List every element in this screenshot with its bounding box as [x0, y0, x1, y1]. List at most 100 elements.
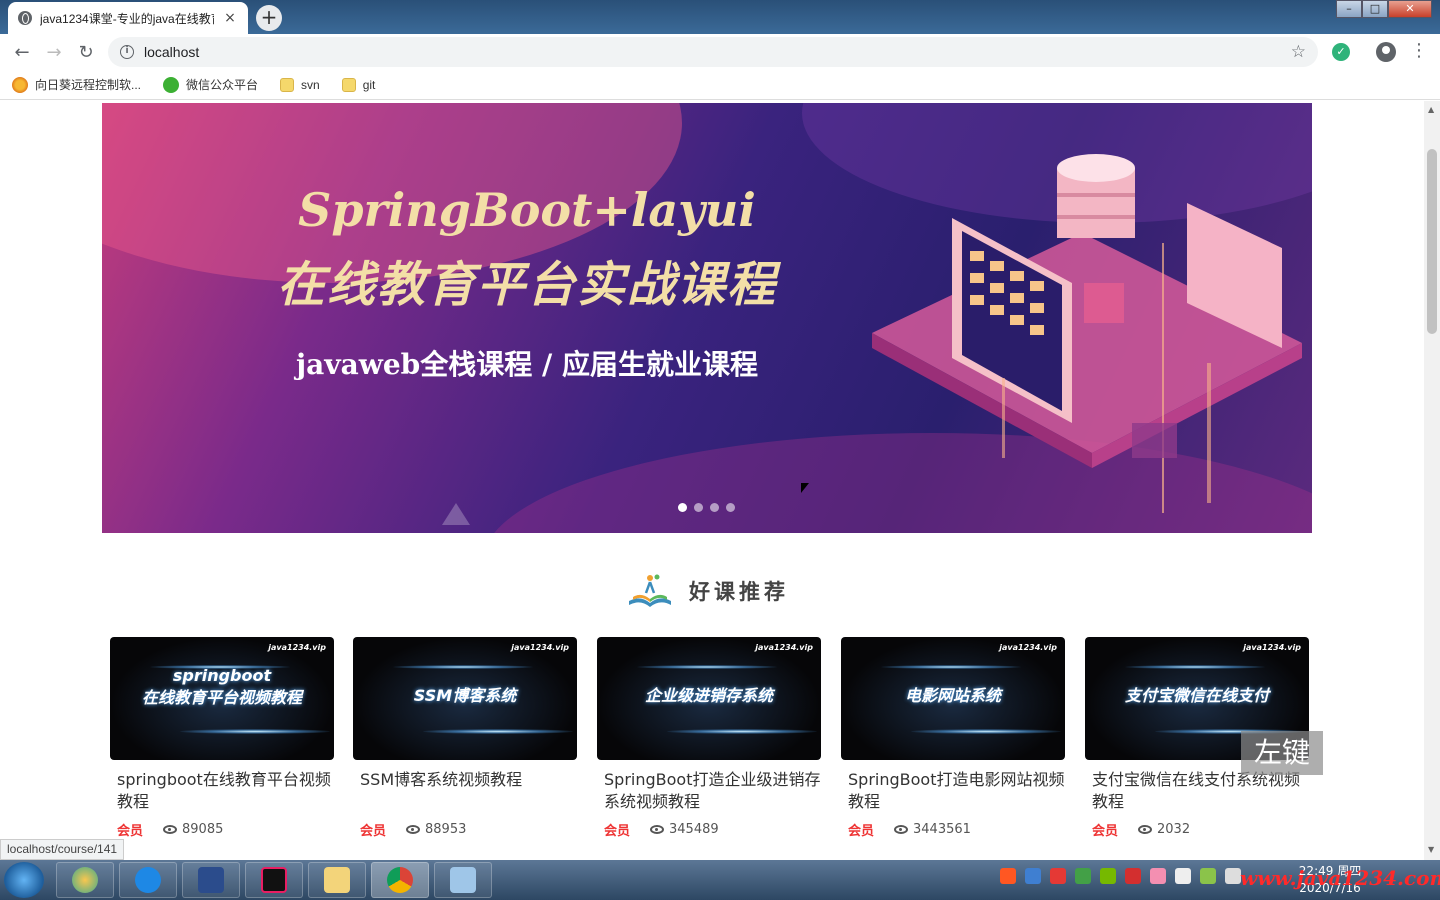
course-meta: 会员 89085	[110, 820, 334, 839]
course-card[interactable]: java1234.vip springboot 在线教育平台视频教程 sprin…	[110, 637, 334, 839]
network-icon[interactable]	[1175, 868, 1191, 884]
course-card[interactable]: java1234.vip 电影网站系统 SpringBoot打造电影网站视频教程…	[841, 637, 1065, 839]
bookmark-star-icon[interactable]: ☆	[1291, 42, 1306, 62]
back-icon[interactable]: ←	[6, 36, 38, 68]
open-book-icon	[629, 574, 671, 607]
banner-title: SpringBoot+layui	[298, 183, 756, 237]
taskbar-app[interactable]	[56, 862, 114, 898]
bookmark-git[interactable]: git	[341, 77, 375, 92]
view-count: 345489	[650, 822, 719, 837]
window-controls: – □ ✕	[1336, 0, 1432, 18]
eye-icon	[1138, 825, 1153, 834]
maximize-button[interactable]: □	[1362, 0, 1388, 18]
app-icon	[450, 867, 476, 893]
light-streak	[1125, 665, 1265, 669]
site-info-icon[interactable]: i	[120, 45, 134, 59]
isometric-illustration	[872, 154, 1302, 513]
section-header: 好课推荐	[0, 571, 1414, 611]
view-count: 3443561	[894, 822, 971, 837]
thumbnail-caption: springboot 在线教育平台视频教程	[110, 665, 334, 709]
tray-icon[interactable]	[1050, 868, 1066, 884]
thumbnail-caption: 企业级进销存系统	[644, 686, 773, 705]
carousel-indicators	[678, 503, 735, 512]
carousel-dot-2[interactable]	[694, 503, 703, 512]
course-title[interactable]: SSM博客系统视频教程	[353, 769, 577, 813]
tray-icon[interactable]	[1150, 868, 1166, 884]
course-title[interactable]: 支付宝微信在线支付系统视频教程	[1085, 769, 1309, 813]
course-meta: 会员 345489	[597, 820, 821, 839]
scroll-thumb[interactable]	[1427, 149, 1437, 334]
tray-icon[interactable]	[1125, 868, 1141, 884]
bookmark-wechat[interactable]: 微信公众平台	[163, 76, 258, 93]
minimize-button[interactable]: –	[1336, 0, 1362, 18]
thumbnail-site-label: java1234.vip	[511, 643, 569, 652]
thumbnail-caption: SSM博客系统	[413, 686, 517, 705]
eye-icon	[406, 825, 421, 834]
thumbnail-site-label: java1234.vip	[268, 643, 326, 652]
bookmark-svn[interactable]: svn	[280, 77, 320, 92]
bookmark-label: 微信公众平台	[186, 78, 259, 92]
tray-icon[interactable]	[1200, 868, 1216, 884]
close-tab-icon[interactable]: ×	[222, 10, 238, 26]
browser-tab[interactable]: java1234课堂-专业的java在线教育 ×	[8, 2, 248, 34]
tray-icon[interactable]	[1000, 868, 1016, 884]
forward-icon[interactable]: →	[38, 36, 70, 68]
page-scrollbar[interactable]: ▲ ▼	[1424, 101, 1440, 860]
shield-icon[interactable]	[1075, 868, 1091, 884]
taskbar-app[interactable]	[119, 862, 177, 898]
bookmark-label: 向日葵远程控制软...	[35, 78, 142, 92]
hero-banner[interactable]: SpringBoot+layui 在线教育平台实战课程 javaweb全栈课程 …	[102, 103, 1312, 533]
profile-icon[interactable]	[1376, 42, 1396, 62]
light-streak	[667, 729, 817, 734]
tray-icon[interactable]	[1025, 868, 1041, 884]
course-thumbnail[interactable]: java1234.vip 电影网站系统	[841, 637, 1065, 760]
taskbar-app[interactable]	[434, 862, 492, 898]
volume-icon[interactable]	[1225, 868, 1241, 884]
address-bar[interactable]: i localhost ☆	[108, 37, 1318, 67]
course-thumbnail[interactable]: java1234.vip SSM博客系统	[353, 637, 577, 760]
taskbar-app-intellij[interactable]	[245, 862, 303, 898]
view-count-value: 345489	[669, 822, 719, 837]
menu-icon[interactable]: ⋮	[1410, 40, 1428, 61]
taskbar-app-chrome[interactable]	[371, 862, 429, 898]
new-tab-button[interactable]: +	[256, 5, 282, 31]
course-title[interactable]: springboot在线教育平台视频教程	[110, 769, 334, 813]
thumbnail-caption-line: 在线教育平台视频教程	[141, 688, 302, 707]
light-streak	[423, 729, 573, 734]
bookmark-sunflower[interactable]: 向日葵远程控制软...	[12, 76, 141, 93]
vip-badge: 会员	[604, 824, 631, 839]
section-title: 好课推荐	[689, 580, 789, 604]
scroll-up-icon[interactable]: ▲	[1428, 105, 1434, 114]
folder-icon	[280, 77, 295, 92]
vip-badge: 会员	[117, 824, 144, 839]
course-card[interactable]: java1234.vip 企业级进销存系统 SpringBoot打造企业级进销存…	[597, 637, 821, 839]
taskbar-app[interactable]	[182, 862, 240, 898]
chrome-icon	[387, 867, 413, 893]
light-streak	[180, 729, 330, 734]
extension-icon[interactable]: ✓	[1332, 43, 1350, 61]
tray-icon[interactable]	[1100, 868, 1116, 884]
reload-icon[interactable]: ↻	[70, 36, 102, 68]
view-count-value: 89085	[182, 822, 224, 837]
course-thumbnail[interactable]: java1234.vip springboot 在线教育平台视频教程	[110, 637, 334, 760]
carousel-dot-1[interactable]	[678, 503, 687, 512]
vip-badge: 会员	[848, 824, 875, 839]
thumbnail-site-label: java1234.vip	[1243, 643, 1301, 652]
start-button[interactable]	[4, 862, 44, 898]
address-text[interactable]: localhost	[144, 44, 1281, 60]
close-window-button[interactable]: ✕	[1388, 0, 1432, 18]
taskbar-app-explorer[interactable]	[308, 862, 366, 898]
course-title[interactable]: SpringBoot打造企业级进销存系统视频教程	[597, 769, 821, 813]
page-viewport: SpringBoot+layui 在线教育平台实战课程 javaweb全栈课程 …	[0, 101, 1424, 860]
carousel-dot-4[interactable]	[726, 503, 735, 512]
wechat-icon	[163, 76, 180, 93]
course-title[interactable]: SpringBoot打造电影网站视频教程	[841, 769, 1065, 813]
light-streak	[911, 729, 1061, 734]
thumbnail-caption: 电影网站系统	[904, 686, 1001, 705]
course-thumbnail[interactable]: java1234.vip 企业级进销存系统	[597, 637, 821, 760]
scroll-down-icon[interactable]: ▼	[1428, 845, 1434, 854]
course-card[interactable]: java1234.vip SSM博客系统 SSM博客系统视频教程 会员 8895…	[353, 637, 577, 839]
thumbnail-caption-line: springboot	[172, 666, 272, 685]
folder-icon	[341, 77, 356, 92]
carousel-dot-3[interactable]	[710, 503, 719, 512]
